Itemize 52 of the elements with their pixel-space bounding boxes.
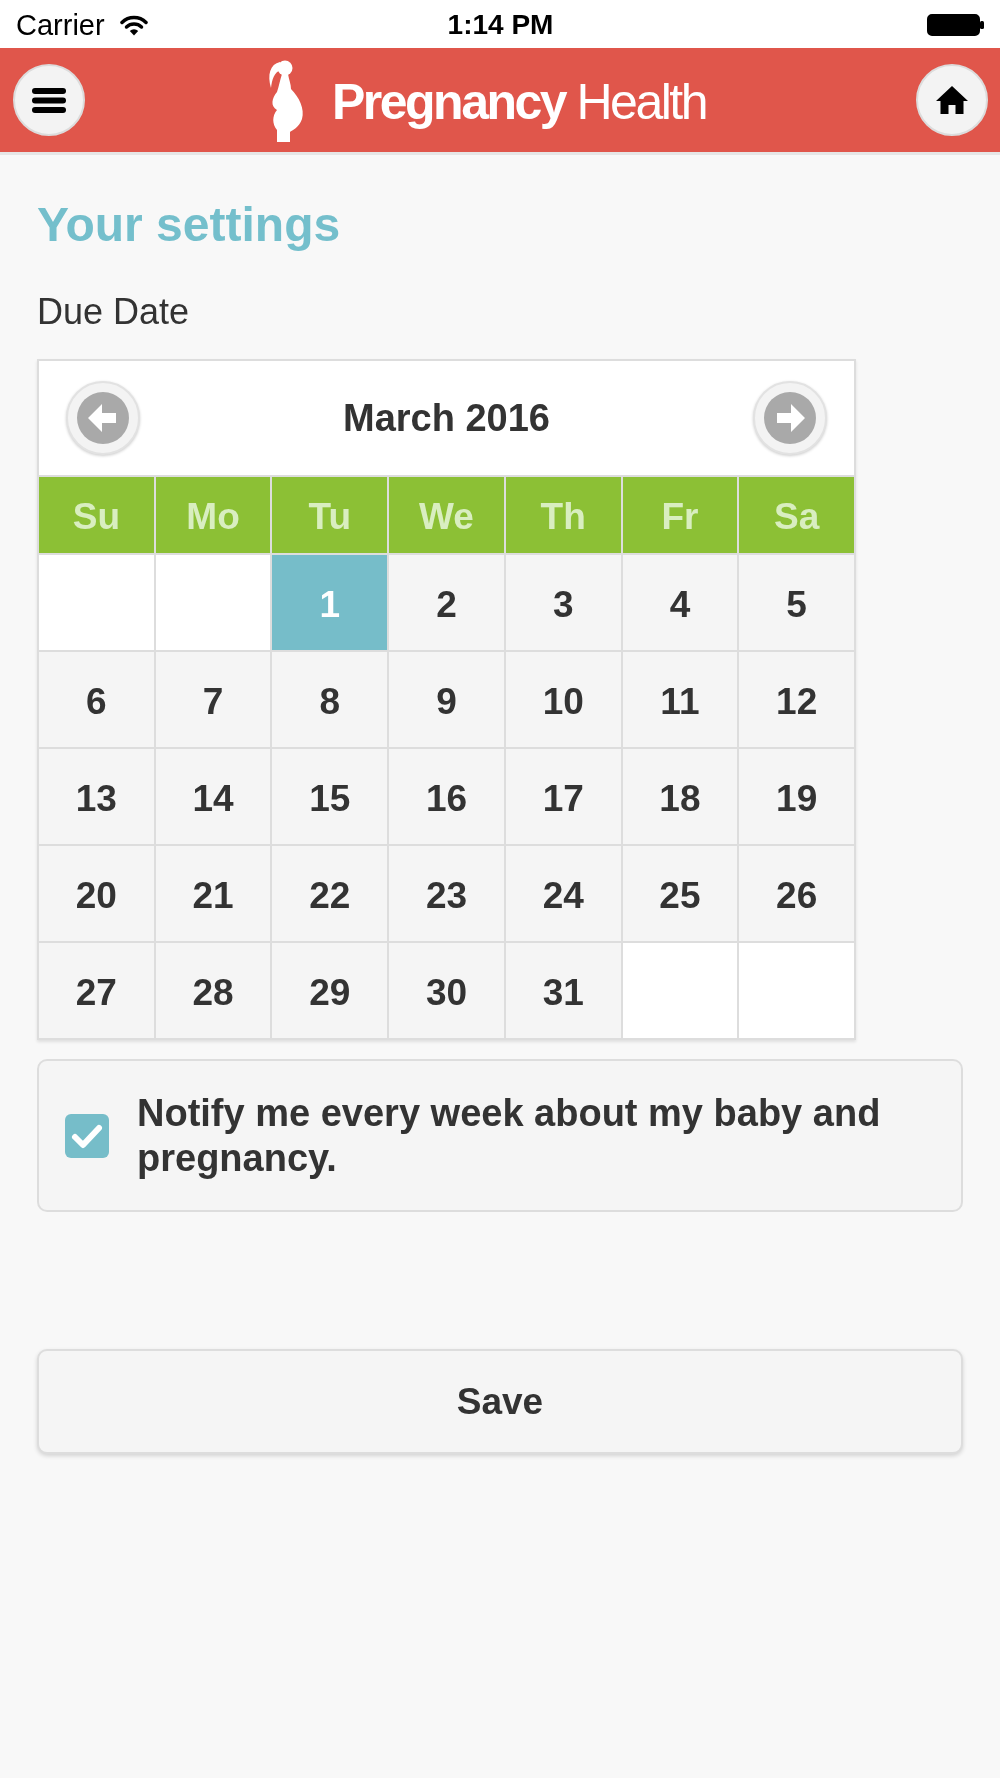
date-cell[interactable]: 31	[505, 943, 621, 1038]
checkbox[interactable]	[65, 1113, 109, 1158]
date-cell[interactable]: 12	[739, 652, 854, 747]
date-cell[interactable]: 4	[622, 555, 738, 650]
weekday-header: Mo	[155, 477, 271, 553]
date-cell[interactable]: 8	[272, 652, 388, 747]
weekday-header: Su	[39, 477, 154, 553]
date-cell[interactable]: 7	[155, 652, 271, 747]
date-cell[interactable]: 13	[39, 749, 154, 844]
date-cell[interactable]: 28	[155, 943, 271, 1038]
previous-month-button[interactable]	[66, 381, 140, 455]
status-time: 1:14 PM	[447, 8, 554, 42]
app-title: Pregnancy Health	[331, 76, 707, 128]
date-cell[interactable]: 24	[505, 846, 621, 941]
month-title: March 2016	[343, 396, 550, 441]
due-date-label: Due Date	[37, 290, 191, 334]
weekday-header: Sa	[739, 477, 854, 553]
carrier-label: Carrier	[16, 8, 105, 42]
home-icon	[935, 85, 969, 115]
save-button[interactable]: Save	[37, 1349, 963, 1454]
date-cell[interactable]: 21	[155, 846, 271, 941]
date-cell[interactable]: 11	[622, 652, 738, 747]
next-month-button[interactable]	[753, 381, 827, 455]
weekday-header: We	[389, 477, 504, 553]
date-cell[interactable]: 6	[39, 652, 154, 747]
battery-icon	[927, 14, 985, 36]
weekday-header: Fr	[622, 477, 738, 553]
weekday-header: Tu	[272, 477, 388, 553]
date-cell[interactable]: 2	[389, 555, 504, 650]
date-cell[interactable]: 10	[505, 652, 621, 747]
date-cell[interactable]: 14	[155, 749, 271, 844]
page-title: Your settings	[37, 197, 342, 253]
date-cell[interactable]: 27	[39, 943, 154, 1038]
date-cell[interactable]: 29	[272, 943, 388, 1038]
date-cell[interactable]: 17	[505, 749, 621, 844]
date-cell[interactable]: 16	[389, 749, 504, 844]
date-cell[interactable]: 30	[389, 943, 504, 1038]
date-cell[interactable]: 18	[622, 749, 738, 844]
date-cell[interactable]: 20	[39, 846, 154, 941]
date-cell[interactable]: 26	[739, 846, 854, 941]
date-cell[interactable]: 23	[389, 846, 504, 941]
menu-icon	[32, 87, 66, 113]
wifi-icon	[119, 14, 148, 36]
notify-label: Notify me every week about my baby and pregnancy.	[137, 1090, 882, 1181]
date-cell[interactable]: 25	[622, 846, 738, 941]
date-cell[interactable]: 9	[389, 652, 504, 747]
date-cell[interactable]: 15	[272, 749, 388, 844]
date-cell[interactable]: 3	[505, 555, 621, 650]
weekday-header: Th	[505, 477, 621, 553]
date-cell[interactable]: 5	[739, 555, 854, 650]
date-cell[interactable]: 19	[739, 749, 854, 844]
date-cell[interactable]: 22	[272, 846, 388, 941]
